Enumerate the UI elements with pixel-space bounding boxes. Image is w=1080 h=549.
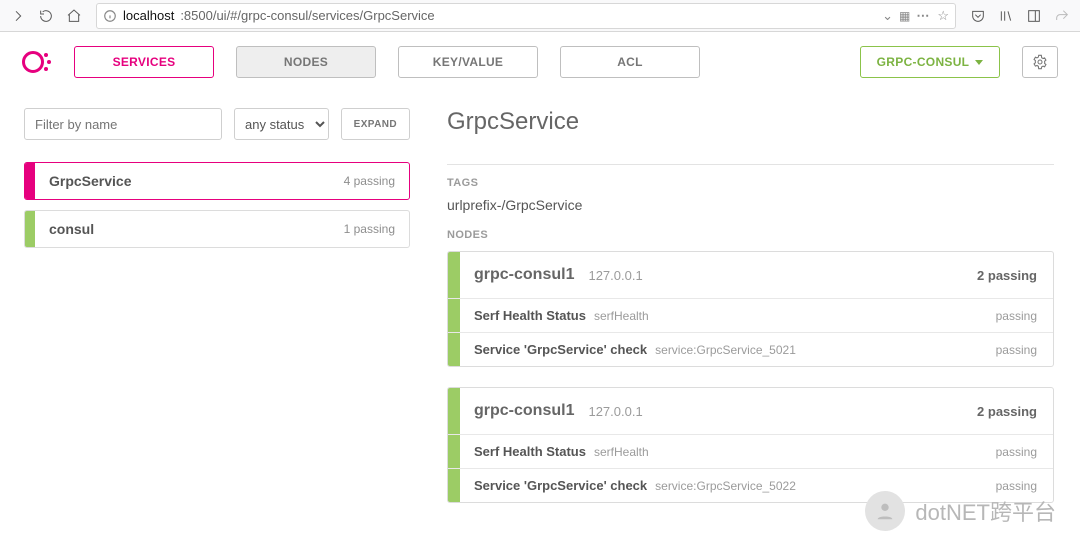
check-name: Service 'GrpcService' check	[460, 478, 647, 493]
service-title: GrpcService	[447, 108, 1054, 136]
node-ip: 127.0.0.1	[574, 404, 977, 419]
library-icon[interactable]	[994, 4, 1018, 28]
check-row[interactable]: Service 'GrpcService' checkservice:GrpcS…	[448, 468, 1053, 502]
status-bar	[448, 435, 460, 468]
tab-services[interactable]: SERVICES	[74, 46, 214, 78]
status-bar	[448, 299, 460, 332]
gear-icon	[1032, 54, 1048, 70]
node-header[interactable]: grpc-consul1127.0.0.12 passing	[448, 388, 1053, 434]
tab-kv[interactable]: KEY/VALUE	[398, 46, 538, 78]
url-host: localhost	[123, 8, 174, 23]
settings-button[interactable]	[1022, 46, 1058, 78]
check-name: Serf Health Status	[460, 444, 586, 459]
service-row[interactable]: consul1 passing	[24, 210, 410, 248]
check-id: serfHealth	[586, 309, 996, 323]
status-bar	[448, 388, 460, 434]
filter-input[interactable]	[24, 108, 222, 140]
node-ip: 127.0.0.1	[574, 268, 977, 283]
page-actions-icon[interactable]: ⋯	[916, 8, 931, 24]
chevron-down-icon	[975, 60, 983, 65]
check-row[interactable]: Serf Health StatusserfHealthpassing	[448, 298, 1053, 332]
status-select[interactable]: any status	[234, 108, 329, 140]
pocket-icon[interactable]	[966, 4, 990, 28]
service-detail: GrpcService TAGS urlprefix-/GrpcService …	[420, 92, 1080, 549]
forward-icon[interactable]	[6, 4, 30, 28]
service-row[interactable]: GrpcService4 passing	[24, 162, 410, 200]
node-name: grpc-consul1	[460, 402, 574, 420]
node-header[interactable]: grpc-consul1127.0.0.12 passing	[448, 252, 1053, 298]
service-tags: urlprefix-/GrpcService	[447, 197, 1054, 213]
node-card: grpc-consul1127.0.0.12 passingSerf Healt…	[447, 251, 1054, 367]
url-bar[interactable]: localhost :8500/ui/#/grpc-consul/services…	[96, 3, 956, 29]
tags-label: TAGS	[447, 177, 1054, 189]
status-bar	[448, 333, 460, 366]
info-icon	[103, 9, 117, 23]
check-name: Service 'GrpcService' check	[460, 342, 647, 357]
app-nav: SERVICES NODES KEY/VALUE ACL GRPC-CONSUL	[0, 32, 1080, 92]
node-card: grpc-consul1127.0.0.12 passingSerf Healt…	[447, 387, 1054, 503]
status-bar	[25, 211, 35, 247]
datacenter-label: GRPC-CONSUL	[877, 55, 970, 69]
share-icon[interactable]	[1050, 4, 1074, 28]
qr-icon[interactable]: ▦	[899, 9, 910, 23]
reload-icon[interactable]	[34, 4, 58, 28]
service-count: 1 passing	[344, 222, 409, 236]
check-id: serfHealth	[586, 445, 996, 459]
status-bar	[448, 469, 460, 502]
status-bar	[448, 252, 460, 298]
node-count: 2 passing	[977, 404, 1053, 419]
check-id: service:GrpcService_5022	[647, 479, 995, 493]
check-row[interactable]: Serf Health StatusserfHealthpassing	[448, 434, 1053, 468]
expand-button[interactable]: EXPAND	[341, 108, 410, 140]
status-bar	[25, 163, 35, 199]
check-status: passing	[996, 343, 1053, 357]
consul-logo-icon	[22, 47, 52, 77]
dropdown-caret-icon[interactable]: ⌄	[882, 8, 893, 24]
service-count: 4 passing	[344, 174, 409, 188]
tab-nodes[interactable]: NODES	[236, 46, 376, 78]
check-id: service:GrpcService_5021	[647, 343, 995, 357]
datacenter-dropdown[interactable]: GRPC-CONSUL	[860, 46, 1000, 78]
node-count: 2 passing	[977, 268, 1053, 283]
check-status: passing	[996, 309, 1053, 323]
check-row[interactable]: Service 'GrpcService' checkservice:GrpcS…	[448, 332, 1053, 366]
nodes-label: NODES	[447, 229, 1054, 241]
service-name: GrpcService	[35, 173, 344, 189]
check-status: passing	[996, 479, 1053, 493]
check-name: Serf Health Status	[460, 308, 586, 323]
browser-toolbar: localhost :8500/ui/#/grpc-consul/services…	[0, 0, 1080, 32]
tab-acl[interactable]: ACL	[560, 46, 700, 78]
node-name: grpc-consul1	[460, 266, 574, 284]
url-path: :8500/ui/#/grpc-consul/services/GrpcServ…	[180, 8, 434, 23]
check-status: passing	[996, 445, 1053, 459]
service-name: consul	[35, 221, 344, 237]
services-sidebar: any status EXPAND GrpcService4 passing co…	[0, 92, 420, 549]
home-icon[interactable]	[62, 4, 86, 28]
sidebar-icon[interactable]	[1022, 4, 1046, 28]
bookmark-star-icon[interactable]: ☆	[937, 8, 949, 24]
